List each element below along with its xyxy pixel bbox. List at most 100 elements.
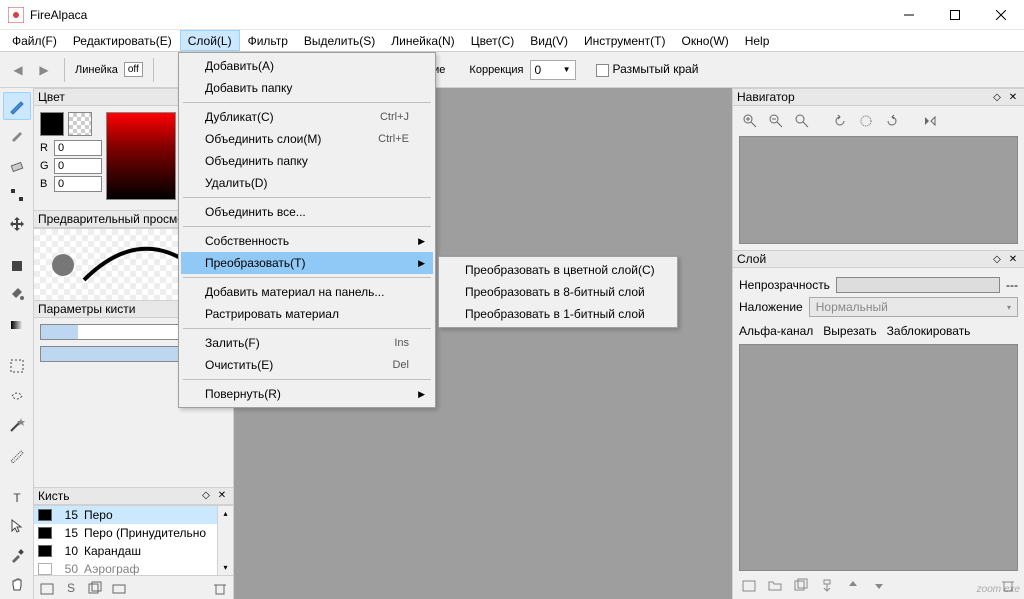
eraser-tool[interactable] bbox=[3, 151, 31, 179]
undock-icon[interactable]: ◇ bbox=[990, 90, 1004, 104]
opacity-slider[interactable] bbox=[836, 277, 1000, 293]
brush-tool[interactable] bbox=[3, 122, 31, 150]
menu-merge-folder[interactable]: Объединить папку bbox=[181, 150, 433, 172]
hand-tool[interactable] bbox=[3, 572, 31, 599]
soft-edge-checkbox[interactable]: Размытый край bbox=[596, 62, 699, 76]
lock-checkbox[interactable]: Заблокировать bbox=[887, 324, 971, 338]
brush-row[interactable]: 10Карандаш bbox=[34, 542, 233, 560]
text-tool[interactable]: T bbox=[3, 483, 31, 511]
zoom-in-icon[interactable] bbox=[739, 110, 761, 132]
merge-layer-icon[interactable] bbox=[817, 575, 837, 595]
add-brush-script-icon[interactable]: S bbox=[62, 579, 80, 597]
clip-checkbox[interactable]: Вырезать bbox=[823, 324, 876, 338]
alpha-checkbox[interactable]: Альфа-канал bbox=[739, 324, 813, 338]
menu-help[interactable]: Help bbox=[737, 30, 778, 51]
menu-window[interactable]: Окно(W) bbox=[673, 30, 736, 51]
new-layer-icon[interactable] bbox=[739, 575, 759, 595]
close-panel-icon[interactable]: ✕ bbox=[1006, 252, 1020, 266]
menu-convert-8bit[interactable]: Преобразовать в 8-битный слой bbox=[441, 281, 675, 303]
brush-folder-icon[interactable] bbox=[110, 579, 128, 597]
duplicate-layer-icon[interactable] bbox=[791, 575, 811, 595]
menu-add-layer[interactable]: Добавить(A) bbox=[181, 55, 433, 77]
ruler-off-button[interactable]: off bbox=[124, 62, 143, 77]
brush-scrollbar[interactable]: ▴▾ bbox=[217, 506, 233, 576]
menu-convert[interactable]: Преобразовать(T)▶ bbox=[181, 252, 433, 274]
brush-row[interactable]: 15Перо (Принудительно bbox=[34, 524, 233, 542]
menu-add-material[interactable]: Добавить материал на панель... bbox=[181, 281, 433, 303]
menu-file[interactable]: Файл(F) bbox=[4, 30, 65, 51]
magic-wand-tool[interactable] bbox=[3, 412, 31, 440]
menu-edit[interactable]: Редактировать(E) bbox=[65, 30, 180, 51]
move-tool[interactable] bbox=[3, 210, 31, 238]
menu-merge-layers[interactable]: Объединить слои(M)Ctrl+E bbox=[181, 128, 433, 150]
background-swatch[interactable] bbox=[68, 112, 92, 136]
menu-clear[interactable]: Очистить(E)Del bbox=[181, 354, 433, 376]
undock-icon[interactable]: ◇ bbox=[199, 489, 213, 503]
delete-brush-icon[interactable] bbox=[211, 579, 229, 597]
b-input[interactable] bbox=[54, 176, 102, 192]
layer-up-icon[interactable] bbox=[843, 575, 863, 595]
maximize-button[interactable] bbox=[932, 0, 978, 30]
foreground-swatch[interactable] bbox=[40, 112, 64, 136]
menu-add-folder[interactable]: Добавить папку bbox=[181, 77, 433, 99]
navigator-preview[interactable] bbox=[739, 136, 1018, 244]
fill-tool[interactable] bbox=[3, 252, 31, 280]
menu-fill[interactable]: Залить(F)Ins bbox=[181, 332, 433, 354]
menu-color[interactable]: Цвет(C) bbox=[463, 30, 523, 51]
correction-combo[interactable]: 0▼ bbox=[530, 60, 576, 80]
select-lasso-tool[interactable] bbox=[3, 382, 31, 410]
undock-icon[interactable]: ◇ bbox=[990, 252, 1004, 266]
menu-flatten[interactable]: Объединить все... bbox=[181, 201, 433, 223]
pen-tool[interactable] bbox=[3, 92, 31, 120]
menu-convert-color[interactable]: Преобразовать в цветной слой(C) bbox=[441, 259, 675, 281]
app-title: FireAlpaca bbox=[30, 8, 886, 22]
undo-button[interactable]: ◀ bbox=[8, 58, 28, 82]
rotate-reset-icon[interactable] bbox=[855, 110, 877, 132]
color-picker[interactable] bbox=[106, 112, 176, 200]
menubar: Файл(F) Редактировать(E) Слой(L) Фильтр … bbox=[0, 30, 1024, 52]
gradient-tool[interactable] bbox=[3, 311, 31, 339]
menu-filter[interactable]: Фильтр bbox=[240, 30, 296, 51]
zoom-out-icon[interactable] bbox=[765, 110, 787, 132]
g-input[interactable] bbox=[54, 158, 102, 174]
menu-delete-layer[interactable]: Удалить(D) bbox=[181, 172, 433, 194]
add-brush-icon[interactable] bbox=[38, 579, 56, 597]
flip-icon[interactable] bbox=[919, 110, 941, 132]
bucket-tool[interactable] bbox=[3, 281, 31, 309]
menu-view[interactable]: Вид(V) bbox=[522, 30, 576, 51]
eyedropper-tool[interactable] bbox=[3, 542, 31, 570]
select-rect-tool[interactable] bbox=[3, 353, 31, 381]
close-button[interactable] bbox=[978, 0, 1024, 30]
menu-layer[interactable]: Слой(L) bbox=[180, 30, 240, 51]
brush-footer: S bbox=[34, 575, 233, 599]
rotate-ccw-icon[interactable] bbox=[829, 110, 851, 132]
layer-list[interactable] bbox=[739, 344, 1018, 571]
dot-tool[interactable] bbox=[3, 181, 31, 209]
close-panel-icon[interactable]: ✕ bbox=[1006, 90, 1020, 104]
menu-tool[interactable]: Инструмент(T) bbox=[576, 30, 674, 51]
menu-properties[interactable]: Собственность▶ bbox=[181, 230, 433, 252]
layer-down-icon[interactable] bbox=[869, 575, 889, 595]
new-folder-icon[interactable] bbox=[765, 575, 785, 595]
brush-row[interactable]: 15Перо bbox=[34, 506, 233, 524]
rotate-cw-icon[interactable] bbox=[881, 110, 903, 132]
zoom-fit-icon[interactable] bbox=[791, 110, 813, 132]
redo-button[interactable]: ▶ bbox=[34, 58, 54, 82]
minimize-button[interactable] bbox=[886, 0, 932, 30]
menu-select[interactable]: Выделить(S) bbox=[296, 30, 383, 51]
menu-duplicate-layer[interactable]: Дубликат(C)Ctrl+J bbox=[181, 106, 433, 128]
duplicate-brush-icon[interactable] bbox=[86, 579, 104, 597]
pointer-tool[interactable] bbox=[3, 512, 31, 540]
navigator-title: Навигатор bbox=[737, 90, 795, 104]
menu-convert-1bit[interactable]: Преобразовать в 1-битный слой bbox=[441, 303, 675, 325]
r-input[interactable] bbox=[54, 140, 102, 156]
brush-list-title: Кисть bbox=[38, 489, 69, 503]
menu-ruler[interactable]: Линейка(N) bbox=[383, 30, 462, 51]
select-pen-tool[interactable] bbox=[3, 441, 31, 469]
menu-rotate[interactable]: Повернуть(R)▶ bbox=[181, 383, 433, 405]
menu-rasterize[interactable]: Растрировать материал bbox=[181, 303, 433, 325]
brush-row[interactable]: 50Аэрограф bbox=[34, 560, 233, 576]
close-panel-icon[interactable]: ✕ bbox=[215, 489, 229, 503]
blend-combo[interactable]: Нормальный▾ bbox=[809, 297, 1018, 317]
svg-text:S: S bbox=[67, 581, 75, 595]
